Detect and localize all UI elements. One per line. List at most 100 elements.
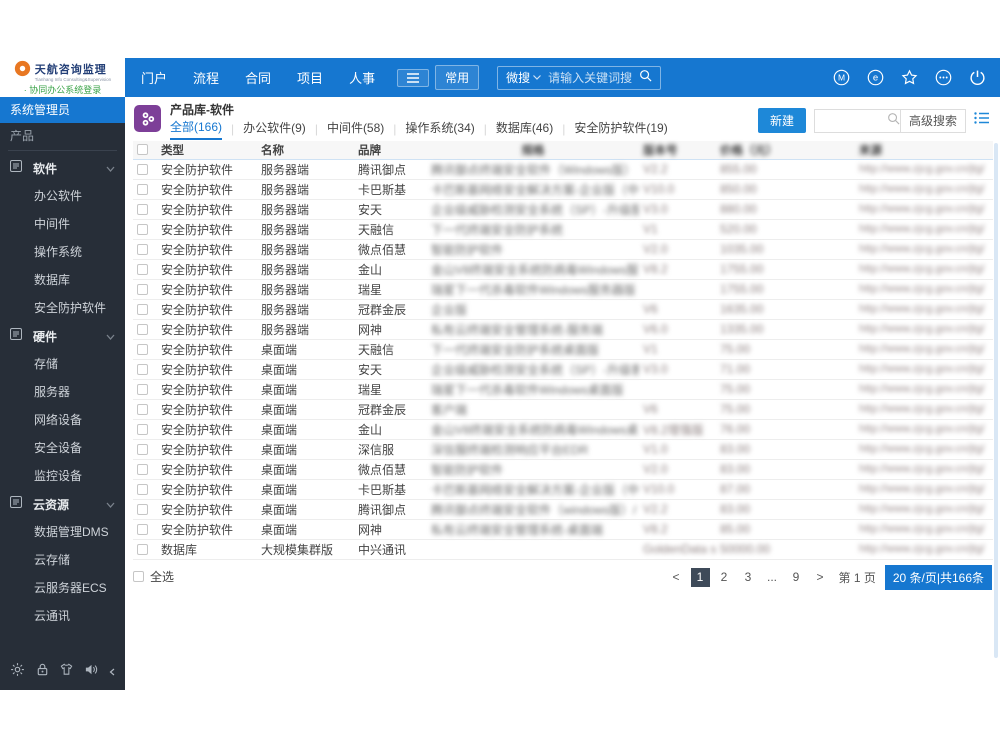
page-indicator: 第 1 页: [838, 570, 876, 585]
global-search[interactable]: 微搜 请输入关键词搜: [497, 65, 662, 90]
advanced-search-button[interactable]: 高级搜索: [899, 109, 965, 132]
vertical-scrollbar[interactable]: [994, 143, 998, 658]
sidebar-item-办公软件[interactable]: 办公软件: [0, 182, 125, 210]
page-button-2[interactable]: 2: [715, 568, 734, 587]
row-checkbox[interactable]: [137, 284, 148, 296]
favorites-menu-button[interactable]: 常用: [435, 65, 480, 90]
sidebar-item-数据库[interactable]: 数据库: [0, 266, 125, 294]
sidebar-item-云通讯[interactable]: 云通讯: [0, 602, 125, 630]
cell-name: 服务器端: [261, 182, 310, 197]
row-checkbox[interactable]: [137, 384, 148, 396]
row-checkbox[interactable]: [137, 304, 148, 316]
lock-icon[interactable]: [35, 662, 50, 682]
nav-item-门户[interactable]: 门户: [141, 68, 167, 87]
page-button->[interactable]: >: [811, 568, 830, 587]
cell-brand: 卡巴斯基: [358, 482, 407, 497]
sidebar-item-数据管理DMS[interactable]: 数据管理DMS: [0, 518, 125, 546]
row-checkbox[interactable]: [137, 484, 148, 496]
row-checkbox[interactable]: [137, 544, 148, 556]
cell-brand: 深信服: [358, 442, 395, 457]
cell-type: 安全防护软件: [161, 282, 234, 297]
page-button-3[interactable]: 3: [739, 568, 758, 587]
row-checkbox[interactable]: [137, 264, 148, 276]
settings-gear-icon[interactable]: [10, 662, 25, 682]
message-m-icon[interactable]: M: [833, 69, 850, 86]
power-logout-icon[interactable]: [969, 69, 986, 86]
search-icon[interactable]: [639, 69, 652, 87]
more-options-icon[interactable]: [935, 69, 952, 86]
table-row: 安全防护软件 服务器端 瑞星 瑞星下一代杀毒软件Windows服务器版 1755.00 h…: [133, 279, 993, 299]
tab-安全防护软件(19)[interactable]: 安全防护软件(19): [574, 119, 667, 139]
sidebar-item-安全设备[interactable]: 安全设备: [0, 434, 125, 462]
row-checkbox[interactable]: [137, 364, 148, 376]
cell-brand: 中兴通讯: [358, 542, 407, 557]
row-checkbox[interactable]: [137, 424, 148, 436]
nav-item-流程[interactable]: 流程: [193, 68, 219, 87]
nav-item-合同[interactable]: 合同: [245, 68, 271, 87]
row-checkbox[interactable]: [137, 184, 148, 196]
sidebar-item-网络设备[interactable]: 网络设备: [0, 406, 125, 434]
row-checkbox[interactable]: [137, 344, 148, 356]
cell-type: 安全防护软件: [161, 402, 234, 417]
row-checkbox[interactable]: [137, 324, 148, 336]
hamburger-menu-icon[interactable]: [397, 68, 430, 87]
nav-item-人事[interactable]: 人事: [349, 68, 375, 87]
cell-type: 安全防护软件: [161, 302, 234, 317]
sidebar-group-云资源[interactable]: 云资源: [0, 490, 125, 518]
sidebar-item-服务器[interactable]: 服务器: [0, 378, 125, 406]
global-search-placeholder[interactable]: 请输入关键词搜: [548, 69, 632, 86]
cell-version: V2.2: [643, 162, 668, 176]
row-checkbox[interactable]: [137, 444, 148, 456]
favorites-star-icon[interactable]: [901, 69, 918, 86]
tab-数据库(46)[interactable]: 数据库(46): [496, 119, 553, 139]
sidebar-item-监控设备[interactable]: 监控设备: [0, 462, 125, 490]
row-checkbox[interactable]: [137, 504, 148, 516]
select-all-footer-checkbox[interactable]: [133, 570, 144, 582]
row-checkbox[interactable]: [137, 224, 148, 236]
page-button-...[interactable]: ...: [763, 568, 782, 587]
row-checkbox[interactable]: [137, 464, 148, 476]
page-button-1[interactable]: 1: [690, 567, 710, 587]
cell-type: 安全防护软件: [161, 502, 234, 517]
row-checkbox[interactable]: [137, 524, 148, 536]
row-checkbox[interactable]: [137, 244, 148, 256]
sidebar-group-硬件[interactable]: 硬件: [0, 322, 125, 350]
cell-source: http://www.zjcg.gov.cn/jtg/: [859, 463, 985, 475]
sidebar-item-中间件[interactable]: 中间件: [0, 210, 125, 238]
sound-speaker-icon[interactable]: [84, 662, 99, 682]
sidebar-item-安全防护软件[interactable]: 安全防护软件: [0, 294, 125, 322]
user-role-header[interactable]: 系统管理员: [0, 97, 125, 123]
row-checkbox[interactable]: [137, 404, 148, 416]
sidebar-item-云存储[interactable]: 云存储: [0, 546, 125, 574]
cell-source: http://www.zjcg.gov.cn/jtg/: [859, 303, 985, 315]
page-button-9[interactable]: 9: [787, 568, 806, 587]
tab-办公软件(9)[interactable]: 办公软件(9): [243, 119, 306, 139]
sidebar-item-操作系统[interactable]: 操作系统: [0, 238, 125, 266]
page-size-badge[interactable]: 20 条/页|共166条: [884, 564, 992, 590]
product-search-icon[interactable]: [887, 112, 900, 130]
table-row: 安全防护软件 桌面端 冠群金辰 客户端 V6 75.00 http://www.zjcg.g…: [133, 399, 993, 419]
row-checkbox[interactable]: [137, 204, 148, 216]
enterprise-e-icon[interactable]: e: [867, 69, 884, 86]
tab-全部(166)[interactable]: 全部(166): [170, 118, 223, 140]
list-view-toggle-icon[interactable]: [974, 111, 990, 130]
sidebar-group-软件[interactable]: 软件: [0, 154, 125, 182]
row-checkbox[interactable]: [137, 164, 148, 176]
product-search-input[interactable]: [815, 113, 887, 128]
select-all-label: 全选: [150, 569, 175, 584]
sidebar-item-存储[interactable]: 存储: [0, 350, 125, 378]
cell-desc: 金山V8终端安全系统防病毒Windows服务器版: [431, 262, 639, 277]
sidebar-item-云服务器ECS[interactable]: 云服务器ECS: [0, 574, 125, 602]
new-button[interactable]: 新建: [757, 108, 806, 133]
tab-中间件(58)[interactable]: 中间件(58): [327, 119, 384, 139]
collapse-arrow-icon[interactable]: [109, 663, 115, 681]
search-engine-select[interactable]: 微搜: [506, 69, 542, 86]
theme-shirt-icon[interactable]: [59, 662, 74, 682]
page-button-<[interactable]: <: [667, 568, 686, 587]
select-all-checkbox[interactable]: [137, 144, 148, 156]
chevron-down-icon: [106, 495, 115, 513]
oa-login-link[interactable]: · 协同办公系统登录: [24, 83, 102, 96]
column-header-名称: 名称: [261, 144, 284, 157]
tab-操作系统(34)[interactable]: 操作系统(34): [405, 119, 474, 139]
nav-item-项目[interactable]: 项目: [297, 68, 323, 87]
